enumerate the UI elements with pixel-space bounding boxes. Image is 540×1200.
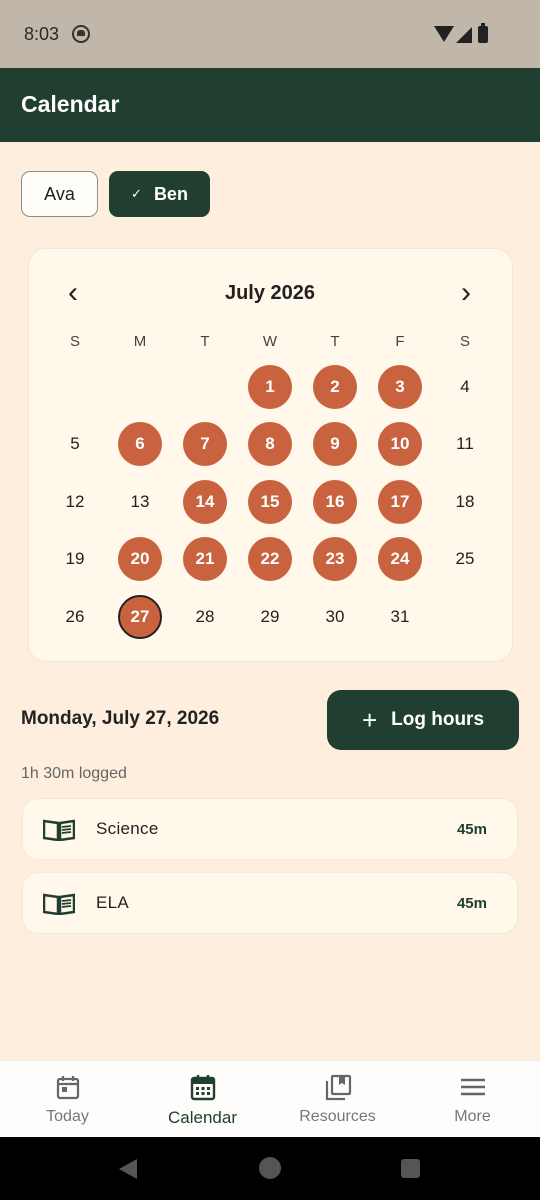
nav-label: Calendar [168,1108,237,1127]
calendar-day[interactable]: 31 [378,595,422,639]
system-icons [434,23,504,44]
calendar-day[interactable]: 29 [248,595,292,639]
nav-today[interactable]: Today [0,1061,135,1138]
calendar-day[interactable]: 5 [53,422,97,466]
entry-subject: Science [96,819,159,838]
weekday-label: W [262,333,278,350]
calendar-day[interactable]: 16 [313,480,357,524]
calendar-day[interactable]: 28 [183,595,227,639]
menu-icon [461,1078,485,1096]
calendar-day[interactable]: 23 [313,537,357,581]
calendar-day[interactable]: 20 [118,537,162,581]
library-books-icon [325,1074,352,1101]
calendar-day[interactable]: 26 [53,595,97,639]
plus-icon: + [361,705,378,735]
calendar-day[interactable]: 13 [118,480,162,524]
book-icon [43,819,75,841]
battery-icon [478,23,488,43]
calendar-day[interactable]: 18 [443,480,487,524]
student-chip-ava[interactable]: Ava [21,171,98,217]
student-chip-ben[interactable]: ✓ Ben [109,171,210,217]
calendar-day[interactable]: 15 [248,480,292,524]
nav-calendar[interactable]: Calendar [135,1061,270,1138]
log-hours-label: Log hours [391,709,485,730]
nav-more[interactable]: More [405,1061,540,1138]
calendar-day[interactable]: 22 [248,537,292,581]
calendar-day[interactable]: 10 [378,422,422,466]
calendar-day[interactable]: 19 [53,537,97,581]
weekday-label: T [200,333,210,350]
calendar-day[interactable]: 12 [53,480,97,524]
calendar-day[interactable]: 4 [443,365,487,409]
weekday-label: M [133,333,147,350]
notification-icon [72,25,90,43]
weekday-label: S [459,333,470,350]
weekday-label: F [395,333,405,350]
book-icon [43,893,75,915]
nav-label: More [454,1108,491,1125]
back-icon[interactable] [119,1159,137,1179]
calendar-day[interactable]: 11 [443,422,487,466]
calendar-day[interactable]: 14 [183,480,227,524]
nav-label: Resources [299,1108,376,1125]
calendar-day[interactable]: 8 [248,422,292,466]
student-chip-label: Ava [44,183,75,204]
status-bar: 8:03 [0,0,540,68]
calendar-day[interactable]: 3 [378,365,422,409]
entry-duration: 45m [456,821,487,838]
log-entry-science[interactable]: Science 45m [22,798,518,860]
calendar-day[interactable]: 21 [183,537,227,581]
calendar-day-today[interactable]: 27 [118,595,162,639]
check-icon: ✓ [131,186,142,201]
calendar-today-icon [56,1076,80,1100]
log-entry-ela[interactable]: ELA 45m [22,872,518,934]
calendar-day[interactable]: 30 [313,595,357,639]
status-time: 8:03 [24,24,60,44]
logged-total: 1h 30m logged [21,765,127,782]
wifi-icon [434,26,454,42]
calendar-day[interactable]: 17 [378,480,422,524]
calendar-day[interactable]: 7 [183,422,227,466]
student-chip-label: Ben [153,183,188,204]
log-hours-button[interactable]: + Log hours [327,690,519,750]
weekday-label: T [330,333,340,350]
page-title: Calendar [21,91,120,117]
month-title: July 2026 [224,282,316,304]
nav-label: Today [46,1108,89,1125]
signal-icon [456,27,472,43]
calendar-day[interactable]: 6 [118,422,162,466]
previous-month-icon[interactable]: ‹ [63,278,83,308]
entry-subject: ELA [96,893,130,912]
bottom-navigation: Today Calendar Resources More [0,1060,540,1137]
weekday-label: S [69,333,80,350]
calendar-month-icon [190,1075,216,1101]
entry-duration: 45m [456,895,487,912]
calendar-day[interactable]: 2 [313,365,357,409]
selected-date: Monday, July 27, 2026 [21,708,220,729]
calendar-day[interactable]: 24 [378,537,422,581]
calendar-day[interactable]: 9 [313,422,357,466]
app-bar: Calendar [0,68,540,142]
home-icon[interactable] [259,1157,281,1179]
calendar-day[interactable]: 25 [443,537,487,581]
nav-resources[interactable]: Resources [270,1061,405,1138]
next-month-icon[interactable]: › [456,278,476,308]
calendar-day[interactable]: 1 [248,365,292,409]
recent-apps-icon[interactable] [401,1159,420,1178]
